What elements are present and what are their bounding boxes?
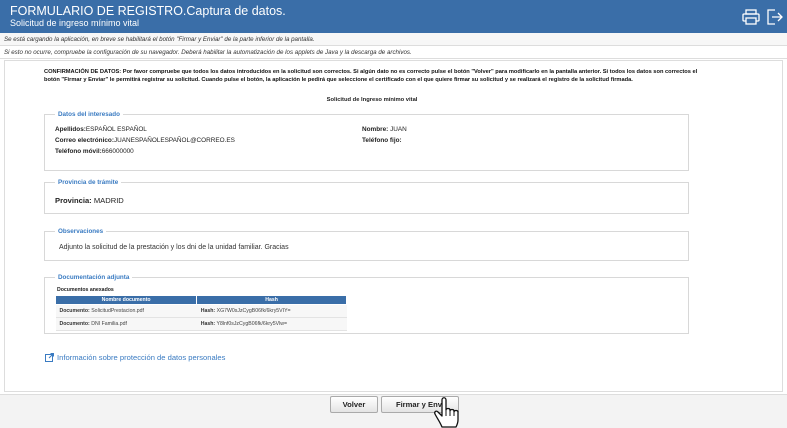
app-header: FORMULARIO DE REGISTRO.Captura de datos.…	[0, 0, 787, 33]
table-row: Documento: SolicitudPrestacion.pdf Hash:…	[55, 304, 347, 318]
table-cell: Hash: XG7W0sJzCygB06fk/6kry5VIY=	[196, 304, 347, 318]
documents-caption: Documentos anexados	[57, 287, 114, 293]
exit-icon[interactable]	[766, 9, 784, 25]
page-subtitle: Solicitud de ingreso mínimo vital	[10, 18, 140, 28]
email-value: JUANESPAÑOLESPAÑOL@CORREO.ES	[113, 137, 235, 144]
email-label: Correo electrónico:	[55, 137, 114, 144]
column-header: Hash	[196, 295, 347, 305]
table-cell: Documento: DNI Familia.pdf	[55, 317, 197, 331]
section-datos-interesado: Datos del interesado Apellidos:ESPAÑOL E…	[44, 110, 689, 171]
privacy-link-label[interactable]: Información sobre protección de datos pe…	[57, 353, 225, 362]
browser-config-notice: Si esto no ocurre, compruebe la configur…	[0, 46, 787, 59]
email-field: Correo electrónico:JUANESPAÑOLESPAÑOL@CO…	[55, 136, 235, 145]
section-legend: Datos del interesado	[55, 110, 123, 119]
section-documentacion: Documentación adjunta Documentos anexado…	[44, 273, 689, 334]
privacy-link[interactable]: Información sobre protección de datos pe…	[45, 353, 225, 362]
nombre-label: Nombre:	[362, 126, 389, 133]
volver-button[interactable]: Volver	[330, 396, 378, 413]
page-title: FORMULARIO DE REGISTRO.Captura de datos.	[10, 4, 286, 18]
loading-notice: Se está cargando la aplicación, en breve…	[0, 33, 787, 46]
hand-cursor-icon	[434, 397, 459, 428]
section-legend: Provincia de trámite	[55, 178, 122, 187]
nombre-value: JUAN	[390, 126, 407, 133]
apellidos-field: Apellidos:ESPAÑOL ESPAÑOL	[55, 125, 147, 134]
hash-value: XG7W0sJzCygB06fk/6kry5VIY=	[216, 308, 291, 314]
movil-label: Teléfono móvil:	[55, 148, 102, 155]
column-header: Nombre documento	[54, 295, 198, 305]
doc-value: SolicitudPrestacion.pdf	[91, 308, 144, 314]
movil-field: Teléfono móvil:666000000	[55, 147, 134, 156]
fijo-field: Teléfono fijo:	[362, 136, 402, 145]
hash-value: Y8lnf0sJzCygB06fk/6kry5Vlw=	[216, 321, 288, 327]
printer-icon[interactable]	[742, 9, 760, 25]
hash-label: Hash:	[200, 321, 216, 327]
table-cell: Documento: SolicitudPrestacion.pdf	[55, 304, 197, 318]
hash-label: Hash:	[200, 308, 216, 314]
provincia-label: Provincia:	[55, 196, 92, 205]
documents-table: Documentos anexados Nombre documento Has…	[54, 286, 347, 331]
fijo-label: Teléfono fijo:	[362, 137, 402, 144]
confirmation-text: CONFIRMACIÓN DE DATOS: Por favor comprue…	[44, 69, 698, 83]
provincia-value: MADRID	[93, 196, 124, 205]
external-link-icon	[45, 353, 54, 362]
apellidos-label: Apellidos:	[55, 126, 86, 133]
provincia-field: Provincia: MADRID	[55, 196, 124, 205]
section-legend: Documentación adjunta	[55, 273, 133, 282]
observaciones-value: Adjunto la solicitud de la prestación y …	[59, 244, 289, 251]
movil-value: 666000000	[101, 148, 134, 155]
section-provincia: Provincia de trámite Provincia: MADRID	[44, 178, 689, 214]
table-cell: Hash: Y8lnf0sJzCygB06fk/6kry5Vlw=	[196, 317, 347, 331]
section-legend: Observaciones	[55, 227, 107, 236]
doc-label: Documento:	[59, 308, 90, 314]
apellidos-value: ESPAÑOL ESPAÑOL	[85, 126, 147, 133]
section-observaciones: Observaciones Adjunto la solicitud de la…	[44, 227, 689, 261]
form-title: Solicitud de Ingreso mínimo vital	[326, 97, 418, 103]
doc-value: DNI Familia.pdf	[91, 321, 127, 327]
doc-label: Documento:	[59, 321, 90, 327]
table-row: Documento: DNI Familia.pdf Hash: Y8lnf0s…	[55, 317, 347, 331]
nombre-field: Nombre: JUAN	[362, 125, 407, 134]
